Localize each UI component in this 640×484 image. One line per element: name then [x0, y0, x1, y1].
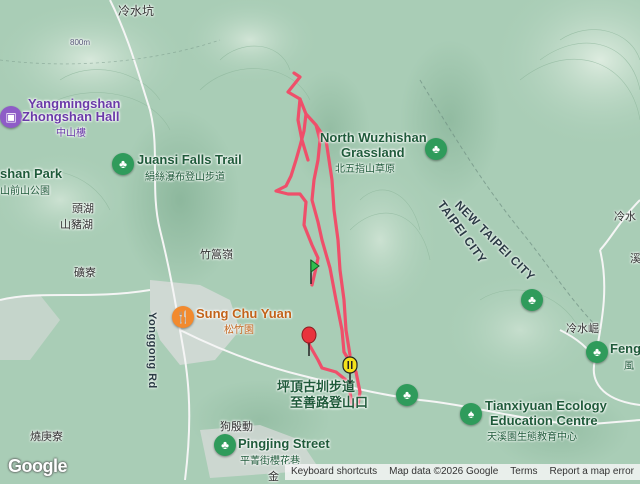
zhongshan-hall-zh-label: 中山樓: [56, 128, 86, 139]
zhongshan-hall-label[interactable]: Zhongshan Hall: [22, 109, 120, 124]
north-wuzhishan-label[interactable]: North Wuzhishan: [320, 130, 427, 145]
shaoliaoliao-label: 燒庚寮: [30, 431, 63, 443]
guanliao-label: 礦寮: [74, 267, 96, 279]
report-map-error-link[interactable]: Report a map error: [544, 464, 640, 480]
juansi-falls-zh-label: 絹絲瀑布登山步道: [145, 172, 225, 183]
green-flag-icon[interactable]: [302, 258, 320, 284]
restaurant-icon[interactable]: 🍴: [172, 306, 194, 328]
tianxiyuan-label[interactable]: Tianxiyuan Ecology: [485, 398, 607, 413]
map-data-text: Map data ©2026 Google: [389, 466, 499, 477]
park-icon[interactable]: ♣: [396, 384, 418, 406]
lengshui-right-label: 冷水: [614, 211, 636, 223]
lengshuikeng-label: 冷水坑: [118, 4, 155, 18]
shan-park-zh-label: 山前山公園: [0, 186, 50, 197]
juansi-falls-label[interactable]: Juansi Falls Trail: [137, 152, 242, 167]
jin-label: 金: [268, 471, 279, 483]
red-pin-icon[interactable]: [300, 326, 318, 358]
goushandong-label: 狗殷動: [220, 421, 253, 433]
tree-icon[interactable]: ♠: [460, 403, 482, 425]
north-wuzhishan-zh-label: 北五指山草原: [335, 164, 395, 175]
yellow-pin-icon[interactable]: [340, 356, 360, 384]
zhusong-label: 竹篙嶺: [200, 249, 233, 261]
park-icon[interactable]: ♣: [586, 341, 608, 363]
park-icon[interactable]: ♣: [214, 434, 236, 456]
shan-park-label[interactable]: shan Park: [0, 166, 62, 181]
feng-label[interactable]: Feng: [610, 341, 640, 356]
toupu-label: 頭湖: [72, 203, 94, 215]
pingjing-street-label[interactable]: Pingjing Street: [238, 436, 330, 451]
google-logo[interactable]: Google: [8, 456, 68, 477]
education-centre-label[interactable]: Education Centre: [490, 413, 598, 428]
zhishan-road-trailhead-label[interactable]: 至善路登山口: [290, 392, 368, 411]
park-icon[interactable]: ♣: [521, 289, 543, 311]
park-icon[interactable]: ♣: [425, 138, 447, 160]
yonggong-road-label: Yonggong Rd: [146, 312, 158, 389]
elevation-label: 800m: [70, 38, 91, 47]
sung-chu-yuan-zh-label: 松竹園: [224, 325, 254, 336]
terms-link[interactable]: Terms: [504, 464, 543, 480]
lengshui-jue-label: 冷水崛: [566, 323, 599, 335]
tianxiyuan-zh-label: 天溪園生態教育中心: [487, 432, 577, 443]
map-attribution: Keyboard shortcuts Map data ©2026 Google…: [284, 464, 640, 480]
grassland-label[interactable]: Grassland: [341, 145, 405, 160]
keyboard-shortcuts-link[interactable]: Keyboard shortcuts: [285, 464, 383, 480]
sung-chu-yuan-label[interactable]: Sung Chu Yuan: [196, 306, 292, 321]
hall-icon[interactable]: ▣: [0, 106, 22, 128]
shanzhuhu-label: 山豬湖: [60, 219, 93, 231]
feng-zh-label: 風: [624, 361, 634, 372]
xi-label: 溪: [630, 253, 640, 265]
park-icon[interactable]: ♣: [112, 153, 134, 175]
